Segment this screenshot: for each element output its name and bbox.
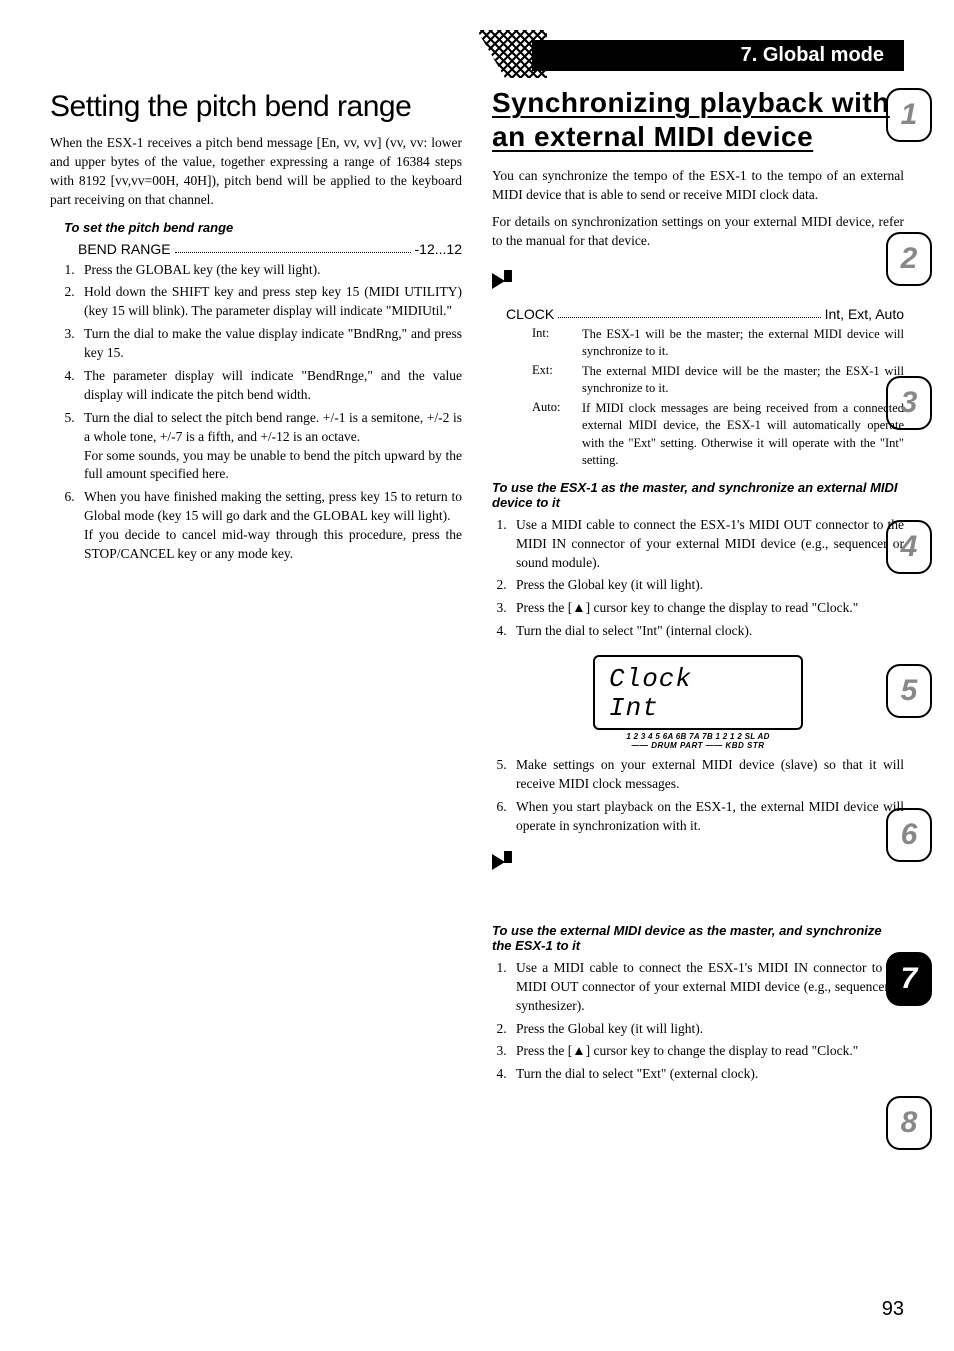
tab-2[interactable]: 2 (886, 232, 932, 286)
bend-range-param: BEND RANGE -12...12 (78, 241, 462, 257)
master-steps-cont: Make settings on your external MIDI devi… (510, 756, 904, 836)
table-row: Int: The ESX-1 will be the master; the e… (532, 326, 904, 361)
tab-1[interactable]: 1 (886, 88, 932, 142)
list-item: Press the Global key (it will light). (510, 576, 904, 595)
list-item: Press the [▲] cursor key to change the d… (510, 599, 904, 618)
write-icon (492, 267, 518, 289)
lcd-line2: Int (609, 694, 787, 723)
table-row: Ext: The external MIDI device will be th… (532, 363, 904, 398)
list-item: When you start playback on the ESX-1, th… (510, 798, 904, 836)
clock-param: CLOCK Int, Ext, Auto (506, 306, 904, 322)
list-item: Make settings on your external MIDI devi… (510, 756, 904, 794)
sync-intro2: For details on synchronization settings … (492, 213, 904, 251)
pitch-bend-title: Setting the pitch bend range (50, 90, 462, 124)
sync-intro1: You can synchronize the tempo of the ESX… (492, 167, 904, 205)
tab-6[interactable]: 6 (886, 808, 932, 862)
slave-steps: Use a MIDI cable to connect the ESX-1's … (510, 959, 904, 1084)
list-item: Press the Global key (it will light). (510, 1020, 904, 1039)
section-header: 7. Global mode (532, 40, 904, 71)
pitch-bend-intro: When the ESX-1 receives a pitch bend mes… (50, 134, 462, 210)
write-icon (492, 848, 518, 870)
master-steps: Use a MIDI cable to connect the ESX-1's … (510, 516, 904, 641)
list-item: Press the [▲] cursor key to change the d… (510, 1042, 904, 1061)
param-name: CLOCK (506, 306, 554, 322)
list-item: The parameter display will indicate "Ben… (78, 367, 462, 405)
lcd-line1: Clock (609, 665, 787, 694)
list-item: Use a MIDI cable to connect the ESX-1's … (510, 516, 904, 573)
tab-3[interactable]: 3 (886, 376, 932, 430)
param-dots (175, 241, 411, 253)
list-item: Press the GLOBAL key (the key will light… (78, 261, 462, 280)
param-value: -12...12 (415, 241, 462, 257)
param-name: BEND RANGE (78, 241, 171, 257)
tab-8[interactable]: 8 (886, 1096, 932, 1150)
tab-7[interactable]: 7 (886, 952, 932, 1006)
list-item: Turn the dial to select "Int" (internal … (510, 622, 904, 641)
list-item: Use a MIDI cable to connect the ESX-1's … (510, 959, 904, 1016)
pitch-bend-subhead: To set the pitch bend range (64, 220, 462, 235)
list-item: Turn the dial to select the pitch bend r… (78, 409, 462, 485)
lcd-sublabel: —— DRUM PART —— KBD STR (593, 741, 803, 750)
lcd-scale: 1 2 3 4 5 6A 6B 7A 7B 1 2 1 2 SL AD (593, 732, 803, 741)
lcd-display: Clock Int 1 2 3 4 5 6A 6B 7A 7B 1 2 1 2 … (593, 655, 803, 750)
list-item: Turn the dial to select "Ext" (external … (510, 1065, 904, 1084)
chapter-tabs: 1 2 3 4 5 6 7 8 (886, 88, 932, 1150)
tab-4[interactable]: 4 (886, 520, 932, 574)
list-item: Hold down the SHIFT key and press step k… (78, 283, 462, 321)
page-number: 93 (882, 1298, 904, 1321)
list-item: When you have finished making the settin… (78, 488, 462, 564)
tab-5[interactable]: 5 (886, 664, 932, 718)
param-dots (558, 306, 820, 318)
list-item: Turn the dial to make the value display … (78, 325, 462, 363)
sync-title: Synchronizing playback with an external … (492, 86, 904, 153)
slave-subhead: To use the external MIDI device as the m… (492, 923, 904, 953)
table-row: Auto: If MIDI clock messages are being r… (532, 400, 904, 470)
master-subhead: To use the ESX-1 as the master, and sync… (492, 480, 904, 510)
pitch-bend-steps: Press the GLOBAL key (the key will light… (78, 261, 462, 564)
clock-options: Int: The ESX-1 will be the master; the e… (532, 326, 904, 470)
